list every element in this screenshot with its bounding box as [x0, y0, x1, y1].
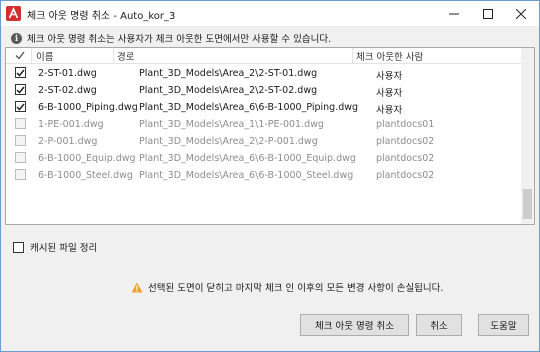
autodesk-a-icon	[6, 6, 21, 21]
row-path-cell: Plant_3D_Models\Area_6\6-B-1000_Equip.dw…	[139, 153, 356, 164]
clean-cache-checkbox[interactable]	[13, 241, 24, 253]
warning-text: 선택된 도면이 닫히고 마지막 체크 인 이후의 모든 변경 사항이 손실됩니다…	[148, 283, 444, 294]
table-row: 6-B-1000_Steel.dwg Plant_3D_Models\Area_6…	[6, 167, 522, 184]
row-owner-cell: plantdocs01	[376, 119, 435, 130]
drawing-list[interactable]: 이름 경로 체크 아웃한 사람 2-ST-01.dwg Plant_3D_Mode…	[5, 47, 535, 225]
row-checkbox	[15, 135, 26, 146]
checkmark-icon	[16, 69, 25, 77]
row-owner-cell: plantdocs02	[376, 136, 435, 147]
table-row[interactable]: 6-B-1000_Piping.dwg Plant_3D_Models\Area_…	[6, 99, 522, 116]
row-name-cell: 6-B-1000_Equip.dwg	[38, 153, 136, 164]
row-checkbox	[15, 152, 26, 163]
warning-message: 선택된 도면이 닫히고 마지막 체크 인 이후의 모든 변경 사항이 손실됩니다…	[131, 280, 443, 294]
row-name-cell: 6-B-1000_Steel.dwg	[38, 170, 133, 181]
column-header-name[interactable]: 이름	[36, 49, 53, 63]
row-checkbox	[15, 169, 26, 180]
table-row: 2-P-001.dwg Plant_3D_Models\Area_2\2-P-00…	[6, 133, 522, 150]
title-bar[interactable]: 체크 아웃 명령 취소 - Auto_kor_3	[1, 1, 539, 26]
clean-cache-label: 캐시된 파일 정리	[30, 243, 98, 254]
table-row: 6-B-1000_Equip.dwg Plant_3D_Models\Area_6…	[6, 150, 522, 167]
info-icon: i	[11, 32, 22, 44]
table-row: 1-PE-001.dwg Plant_3D_Models\Area_1\1-PE-…	[6, 116, 522, 133]
checkmark-header-icon	[15, 51, 25, 60]
row-path-cell: Plant_3D_Models\Area_2\2-P-001.dwg	[139, 136, 318, 147]
row-name-cell: 6-B-1000_Piping.dwg	[38, 102, 138, 113]
row-checkbox	[15, 118, 26, 129]
window-title: 체크 아웃 명령 취소 - Auto_kor_3	[27, 11, 176, 22]
row-name-cell: 2-ST-01.dwg	[38, 68, 97, 79]
row-name-cell: 1-PE-001.dwg	[38, 119, 104, 130]
row-owner-cell: 사용자	[376, 88, 403, 99]
column-header-path[interactable]: 경로	[117, 49, 134, 63]
row-checkbox[interactable]	[15, 67, 26, 78]
row-path-cell: Plant_3D_Models\Area_6\6-B-1000_Steel.dw…	[139, 170, 354, 181]
row-owner-cell: plantdocs02	[376, 153, 435, 164]
row-owner-cell: 사용자	[376, 71, 403, 82]
row-checkbox[interactable]	[15, 101, 26, 112]
row-checkbox[interactable]	[15, 84, 26, 95]
cancel-button[interactable]: 취소	[416, 314, 462, 336]
column-header-checked-out-by[interactable]: 체크 아웃한 사람	[356, 49, 423, 63]
clean-cache-option[interactable]: 캐시된 파일 정리	[13, 240, 97, 254]
help-button[interactable]: 도움말	[478, 314, 529, 336]
dialog-body: i 체크 아웃 명령 취소는 사용자가 체크 아웃한 도면에서만 사용할 수 있…	[1, 26, 539, 351]
info-message: i 체크 아웃 명령 취소는 사용자가 체크 아웃한 도면에서만 사용할 수 있…	[11, 31, 331, 45]
minimize-icon	[449, 13, 459, 14]
list-header: 이름 경로 체크 아웃한 사람	[6, 48, 522, 64]
checkmark-icon	[16, 86, 25, 94]
table-row[interactable]: 2-ST-02.dwg Plant_3D_Models\Area_2\2-ST-0…	[6, 82, 522, 99]
close-icon	[516, 8, 526, 19]
close-button[interactable]	[504, 1, 538, 26]
minimize-button[interactable]	[437, 1, 471, 26]
undo-checkout-button[interactable]: 체크 아웃 명령 취소	[300, 314, 409, 336]
header-divider	[352, 48, 353, 63]
row-path-cell: Plant_3D_Models\Area_6\6-B-1000_Piping.d…	[139, 102, 359, 113]
info-text: 체크 아웃 명령 취소는 사용자가 체크 아웃한 도면에서만 사용할 수 있습니…	[27, 34, 332, 45]
dialog-window: 체크 아웃 명령 취소 - Auto_kor_3 i 체크 아웃 명령 취소는 …	[0, 0, 540, 352]
row-path-cell: Plant_3D_Models\Area_2\2-ST-01.dwg	[139, 68, 318, 79]
scrollbar-thumb[interactable]	[523, 189, 532, 219]
row-owner-cell: plantdocs02	[376, 170, 435, 181]
vertical-scrollbar[interactable]	[521, 48, 534, 224]
maximize-button[interactable]	[471, 1, 505, 26]
table-row[interactable]: 2-ST-01.dwg Plant_3D_Models\Area_2\2-ST-0…	[6, 65, 522, 82]
row-path-cell: Plant_3D_Models\Area_1\1-PE-001.dwg	[139, 119, 324, 130]
checkmark-icon	[16, 103, 25, 111]
row-name-cell: 2-ST-02.dwg	[38, 85, 97, 96]
maximize-icon	[483, 8, 493, 19]
header-divider	[31, 48, 32, 63]
row-owner-cell: 사용자	[376, 105, 403, 116]
warning-icon	[131, 282, 143, 292]
row-name-cell: 2-P-001.dwg	[38, 136, 98, 147]
header-divider	[113, 48, 114, 63]
row-path-cell: Plant_3D_Models\Area_2\2-ST-02.dwg	[139, 85, 318, 96]
